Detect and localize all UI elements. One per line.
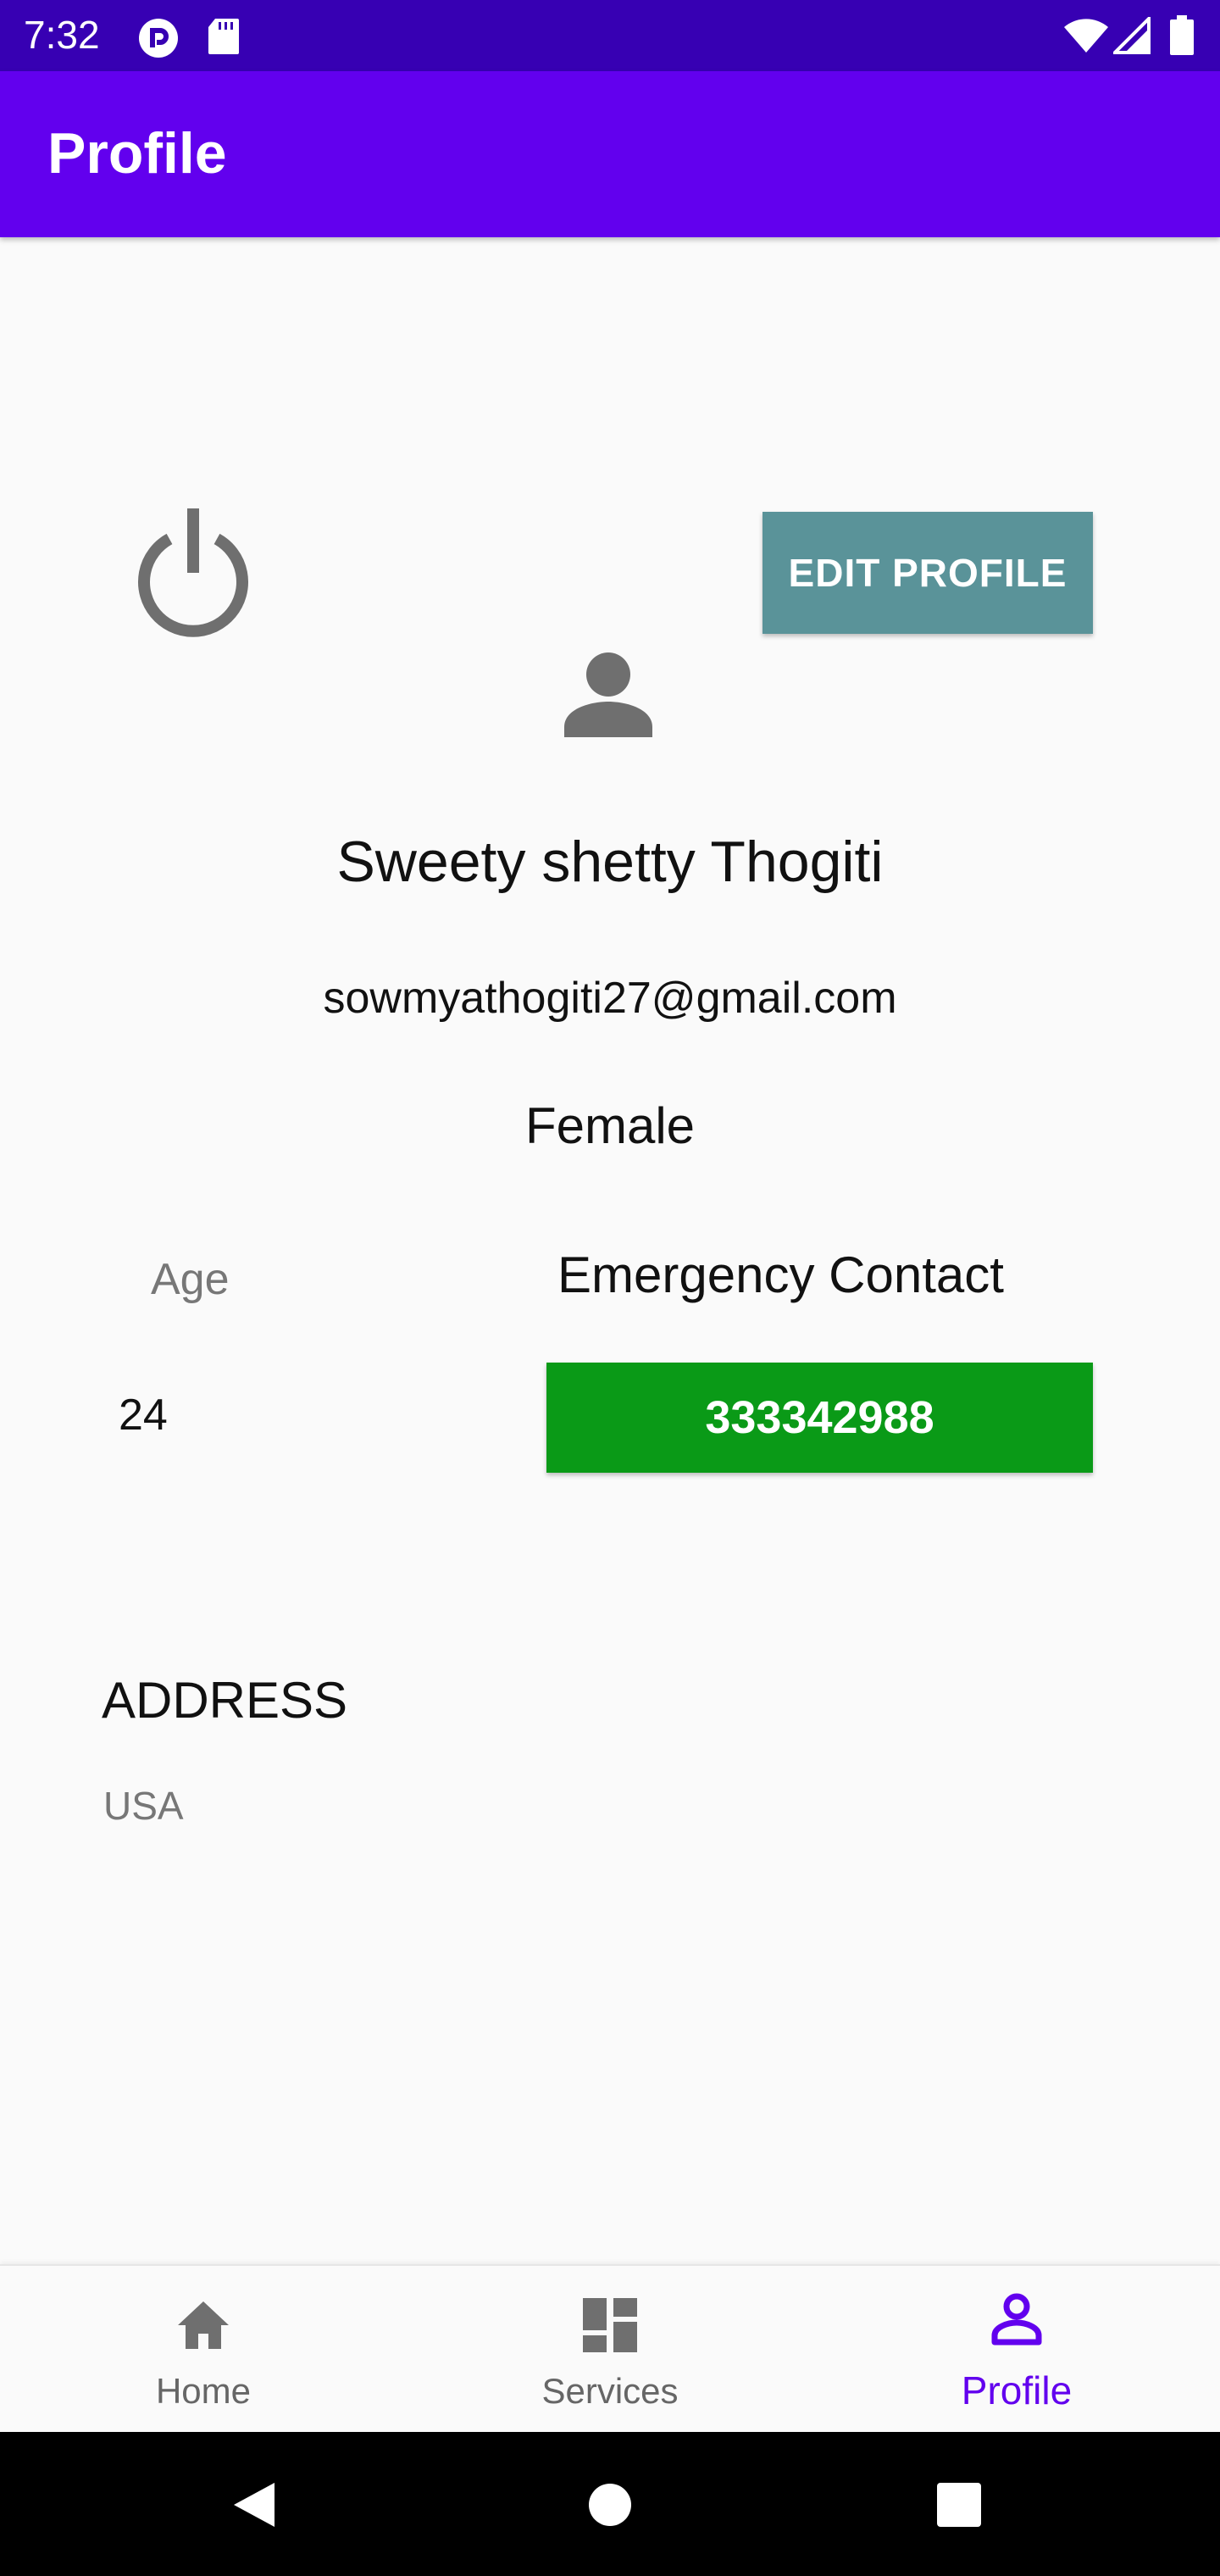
person-outline-icon (991, 2293, 1042, 2346)
bottom-navigation: Home Services Profile (0, 2264, 1220, 2432)
address-value: USA (103, 1784, 184, 1828)
sd-card-icon (208, 19, 239, 54)
page-title: Profile (47, 121, 227, 186)
nav-item-profile[interactable]: Profile (813, 2266, 1220, 2434)
dashboard-icon (583, 2298, 637, 2352)
home-icon (178, 2301, 229, 2349)
age-label: Age (151, 1255, 230, 1304)
emergency-contact-button[interactable]: 333342988 (546, 1363, 1093, 1473)
emergency-contact-label: Emergency Contact (557, 1246, 1004, 1303)
avatar-person-icon (564, 652, 652, 737)
address-heading: ADDRESS (102, 1672, 348, 1729)
status-time: 7:32 (24, 13, 100, 57)
pocket-casts-icon (139, 19, 178, 58)
battery-icon (1170, 15, 1194, 55)
home-circle-icon[interactable] (588, 2483, 632, 2527)
nav-item-home[interactable]: Home (0, 2266, 407, 2434)
back-icon[interactable] (232, 2481, 276, 2529)
profile-gender: Female (524, 1097, 696, 1154)
wifi-icon (1064, 19, 1108, 53)
status-bar: 7:32 (0, 0, 1220, 71)
nav-label-profile: Profile (961, 2368, 1073, 2412)
recents-square-icon[interactable] (937, 2483, 981, 2527)
app-bar: Profile (0, 71, 1220, 237)
age-value: 24 (119, 1391, 168, 1440)
signal-icon (1113, 17, 1151, 54)
edit-profile-button[interactable]: EDIT PROFILE (762, 512, 1093, 634)
nav-item-services[interactable]: Services (407, 2266, 813, 2434)
profile-email: sowmyathogiti27@gmail.com (323, 974, 897, 1023)
power-icon[interactable] (125, 503, 261, 639)
nav-label-home: Home (155, 2371, 252, 2411)
system-navigation-bar (0, 2432, 1220, 2576)
nav-label-services: Services (541, 2371, 679, 2411)
profile-name: Sweety shetty Thogiti (336, 830, 884, 894)
